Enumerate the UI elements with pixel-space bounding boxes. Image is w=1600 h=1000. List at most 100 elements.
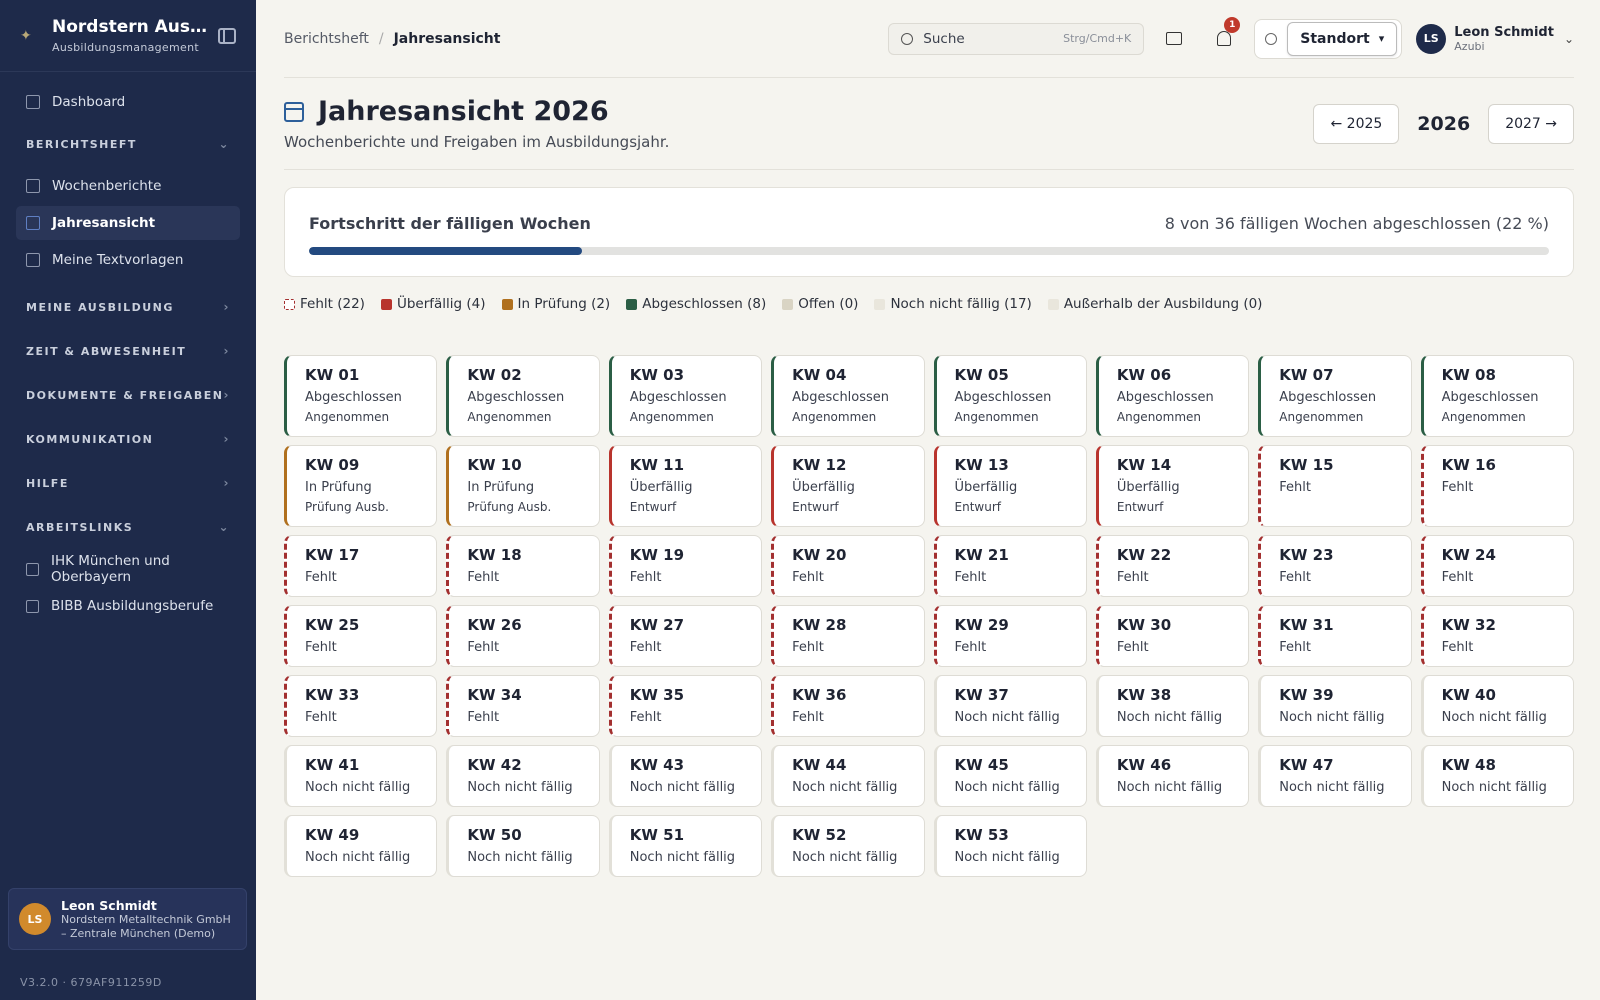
week-card[interactable]: KW 13 Überfällig Entwurf [933,445,1087,527]
week-card[interactable]: KW 25 Fehlt [284,605,438,667]
link-ihk[interactable]: IHK München und Oberbayern [16,552,240,586]
notifications-button[interactable]: 1 [1204,16,1244,55]
user-menu[interactable]: LS Leon Schmidt Azubi ⌄ [1416,23,1574,54]
week-label: KW 52 [792,826,847,844]
week-card[interactable]: KW 50 Noch nicht fällig [446,815,600,877]
week-card[interactable]: KW 18 Fehlt [446,535,600,597]
week-card[interactable]: KW 22 Fehlt [1095,535,1250,597]
week-label: KW 08 [1441,366,1496,384]
week-card[interactable]: KW 36 Fehlt [771,675,925,737]
section-hilfe[interactable]: HILFE › [16,461,240,505]
week-card[interactable]: KW 42 Noch nicht fällig [446,745,600,807]
week-label: KW 02 [467,366,522,384]
week-card[interactable]: KW 20 Fehlt [771,535,925,597]
section-arbeitslinks[interactable]: ARBEITSLINKS ⌄ [16,505,240,549]
search-input[interactable]: Suche Strg/Cmd+K [888,22,1145,55]
chevron-right-icon: › [223,388,230,402]
week-card[interactable]: KW 16 Fehlt [1420,445,1574,527]
week-substatus: Entwurf [792,500,839,514]
sidebar-item-label: Jahresansicht [52,215,156,231]
week-card[interactable]: KW 11 Überfällig Entwurf [608,445,763,527]
week-card[interactable]: KW 37 Noch nicht fällig [933,675,1087,737]
week-card[interactable]: KW 33 Fehlt [284,675,438,737]
next-year-button[interactable]: 2027 → [1488,103,1574,144]
week-card[interactable]: KW 45 Noch nicht fällig [933,745,1087,807]
week-status: Noch nicht fällig [467,780,573,795]
week-card[interactable]: KW 19 Fehlt [608,535,763,597]
page-title: Jahresansicht 2026 [318,96,609,127]
week-grid: KW 01 Abgeschlossen Angenommen KW 02 Abgesch… [284,355,1574,877]
section-zeit-abwesenheit[interactable]: ZEIT & ABWESENHEIT › [16,329,240,373]
week-card[interactable]: KW 46 Noch nicht fällig [1095,745,1250,807]
week-card[interactable]: KW 49 Noch nicht fällig [284,815,438,877]
sidebar-item-jahresansicht[interactable]: Jahresansicht [16,206,240,240]
week-card[interactable]: KW 40 Noch nicht fällig [1420,675,1574,737]
week-card[interactable]: KW 35 Fehlt [608,675,763,737]
week-card[interactable]: KW 32 Fehlt [1420,605,1574,667]
link-bibb[interactable]: BIBB Ausbildungsberufe [16,589,240,623]
week-card[interactable]: KW 24 Fehlt [1420,535,1574,597]
week-label: KW 43 [629,756,685,774]
week-card[interactable]: KW 43 Noch nicht fällig [608,745,763,807]
week-label: KW 16 [1441,456,1496,474]
section-meine-ausbildung[interactable]: MEINE AUSBILDUNG › [16,285,240,329]
week-card[interactable]: KW 21 Fehlt [933,535,1087,597]
messages-button[interactable] [1154,23,1194,55]
week-card[interactable]: KW 17 Fehlt [284,535,438,597]
week-card[interactable]: KW 09 In Prüfung Prüfung Ausb. [284,445,438,527]
week-status: Noch nicht fällig [792,850,898,865]
location-select[interactable]: Standort ▾ [1287,21,1398,56]
week-status: Noch nicht fällig [954,850,1060,865]
section-kommunikation[interactable]: KOMMUNIKATION › [16,417,240,461]
location-switcher: Standort ▾ [1254,18,1403,59]
week-card[interactable]: KW 01 Abgeschlossen Angenommen [284,355,438,437]
week-card[interactable]: KW 52 Noch nicht fällig [771,815,925,877]
week-status: Fehlt [629,710,662,725]
week-card[interactable]: KW 39 Noch nicht fällig [1258,675,1412,737]
week-card[interactable]: KW 53 Noch nicht fällig [933,815,1087,877]
search-shortcut: Strg/Cmd+K [1063,32,1132,45]
week-card[interactable]: KW 34 Fehlt [446,675,600,737]
palette-icon[interactable] [1265,32,1278,45]
week-card[interactable]: KW 26 Fehlt [446,605,600,667]
collapse-sidebar-icon[interactable] [218,27,236,44]
week-card[interactable]: KW 47 Noch nicht fällig [1258,745,1412,807]
week-card[interactable]: KW 27 Fehlt [608,605,763,667]
week-card[interactable]: KW 31 Fehlt [1258,605,1412,667]
week-card[interactable]: KW 29 Fehlt [933,605,1087,667]
week-card[interactable]: KW 08 Abgeschlossen Angenommen [1420,355,1574,437]
week-card[interactable]: KW 05 Abgeschlossen Angenommen [933,355,1087,437]
week-card[interactable]: KW 15 Fehlt [1258,445,1412,527]
legend-label: Außerhalb der Ausbildung (0) [1063,296,1263,312]
breadcrumb-parent[interactable]: Berichtsheft [284,31,369,47]
week-card[interactable]: KW 23 Fehlt [1258,535,1412,597]
week-card[interactable]: KW 14 Überfällig Entwurf [1095,445,1250,527]
week-card[interactable]: KW 28 Fehlt [771,605,925,667]
prev-year-button[interactable]: ← 2025 [1313,103,1400,144]
week-card[interactable]: KW 12 Überfällig Entwurf [771,445,925,527]
week-card[interactable]: KW 48 Noch nicht fällig [1420,745,1574,807]
week-label: KW 26 [467,616,522,634]
legend-item: In Prüfung (2) [501,296,610,312]
week-status: Überfällig [954,480,1018,495]
section-berichtsheft[interactable]: BERICHTSHEFT ⌄ [16,122,240,166]
week-card[interactable]: KW 41 Noch nicht fällig [284,745,438,807]
week-card[interactable]: KW 51 Noch nicht fällig [608,815,763,877]
week-card[interactable]: KW 10 In Prüfung Prüfung Ausb. [446,445,600,527]
week-card[interactable]: KW 07 Abgeschlossen Angenommen [1258,355,1412,437]
week-card[interactable]: KW 30 Fehlt [1095,605,1250,667]
sidebar-item-textvorlagen[interactable]: Meine Textvorlagen [16,243,240,277]
week-card[interactable]: KW 38 Noch nicht fällig [1095,675,1250,737]
week-card[interactable]: KW 06 Abgeschlossen Angenommen [1095,355,1250,437]
week-substatus: Entwurf [1116,500,1164,514]
section-dokumente-freigaben[interactable]: DOKUMENTE & FREIGABEN › [16,373,240,417]
week-card[interactable]: KW 44 Noch nicht fällig [771,745,925,807]
sidebar-user-card[interactable]: LS Leon Schmidt Nordstern Metalltechnik … [8,888,247,950]
week-label: KW 33 [305,686,360,704]
sidebar-item-wochenberichte[interactable]: Wochenberichte [16,169,240,203]
week-card[interactable]: KW 03 Abgeschlossen Angenommen [608,355,763,437]
sidebar-item-dashboard[interactable]: Dashboard [16,85,240,119]
week-card[interactable]: KW 02 Abgeschlossen Angenommen [446,355,600,437]
week-status: Noch nicht fällig [1441,780,1547,795]
week-card[interactable]: KW 04 Abgeschlossen Angenommen [771,355,925,437]
